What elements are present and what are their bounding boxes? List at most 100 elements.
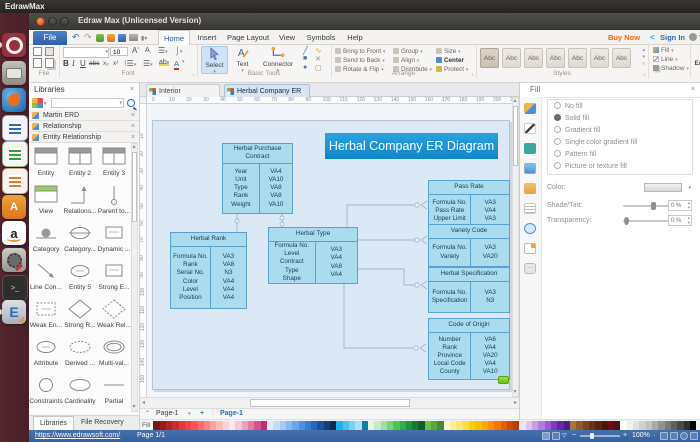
styles-scroll-down-icon[interactable]: ▾ — [642, 54, 645, 60]
shape-item-category[interactable]: Category — [29, 219, 63, 257]
shape-item-view[interactable]: View — [29, 181, 63, 219]
option-single-color-gradient-fill[interactable]: Single color gradient fill — [554, 137, 690, 149]
library-section-entity-relationship[interactable]: Entity Relationship× — [29, 132, 139, 143]
copy-icon[interactable] — [45, 58, 54, 68]
library-picker-icon[interactable] — [32, 98, 43, 108]
line-spacing-icon[interactable]: ⁝☰▾ — [124, 59, 136, 68]
group-button[interactable]: Group ▾ — [393, 48, 423, 55]
shape-item-partial[interactable]: Partial — [97, 371, 131, 409]
size-button[interactable]: Size ▾ — [436, 48, 461, 55]
fill-button[interactable]: Fill ▾ — [653, 47, 674, 54]
grid-view-icon[interactable] — [670, 432, 678, 440]
tab-libraries[interactable]: Libraries — [33, 416, 74, 431]
font-family-select[interactable]: ▾ — [63, 47, 109, 58]
shape-item-entity[interactable]: Entity — [29, 143, 63, 181]
zoom-slider-thumb[interactable] — [590, 433, 594, 439]
fill-format-icon[interactable] — [524, 103, 536, 114]
file-menu-button[interactable]: File — [33, 31, 67, 45]
underline-icon[interactable]: U — [80, 59, 86, 68]
delete-shape-icon[interactable]: ✕ — [315, 55, 321, 63]
amazon-icon[interactable]: a — [2, 221, 26, 245]
entity-herbal-rank[interactable]: Herbal Rank Formula No. Rank Serial No. … — [170, 232, 247, 309]
sign-in-link[interactable]: Sign In — [660, 30, 685, 45]
open-document-icon[interactable] — [107, 34, 115, 42]
page-list-icon[interactable]: ⌃ — [145, 409, 150, 419]
shape-item-cardinality[interactable]: Cardinality — [63, 371, 97, 409]
current-page-label[interactable]: Page-1 — [220, 409, 243, 419]
slider-thumb[interactable] — [651, 202, 656, 210]
entity-variety-code[interactable]: Variety Code Formula No. VarietyVA3 VA20 — [428, 224, 510, 267]
color-dropdown-icon[interactable]: ▾ — [688, 182, 691, 194]
bullet-list-icon[interactable]: ☰▾ — [143, 59, 153, 68]
shape-item-strong-e[interactable]: Strong E... — [97, 257, 131, 295]
note-icon[interactable] — [524, 203, 536, 214]
zoom-in-button[interactable]: + — [623, 430, 627, 442]
shape-item-strong-r[interactable]: Strong R... — [63, 295, 97, 333]
maximize-window-button[interactable] — [60, 17, 69, 26]
align-button[interactable]: Align ▾ — [393, 57, 419, 64]
document-tab-interior-decoration[interactable]: Interior Decoratio...× — [146, 84, 220, 97]
tab-page-layout[interactable]: Page Layout — [224, 30, 272, 45]
page-tab-dropdown-icon[interactable]: ▾ — [188, 409, 191, 419]
close-library-icon[interactable]: × — [131, 110, 135, 121]
option-solid-fill[interactable]: Solid fill — [554, 113, 690, 125]
ubuntu-dash-icon[interactable] — [2, 33, 26, 57]
increase-font-icon[interactable]: Aʹ — [132, 46, 139, 55]
bring-to-front-button[interactable]: Bring to Front ▾ — [335, 48, 385, 55]
shadow-button[interactable]: Shadow ▾ — [653, 65, 689, 72]
shape-item-weak-en[interactable]: Weak En... — [29, 295, 63, 333]
tab-help[interactable]: Help — [342, 30, 368, 45]
close-fill-panel-icon[interactable]: × — [691, 83, 695, 97]
shape-item-entity-5[interactable]: Entity 5 — [63, 257, 97, 295]
tab-insert[interactable]: Insert — [192, 30, 222, 45]
option-gradient-fill[interactable]: Gradient fill — [554, 125, 690, 137]
firefox-icon[interactable] — [2, 88, 26, 112]
decrease-font-icon[interactable]: Aˌ — [145, 47, 152, 54]
library-section-relationship[interactable]: Relationship× — [29, 121, 139, 132]
zoom-lens-icon[interactable] — [680, 432, 688, 440]
shape-item-category[interactable]: Category... — [63, 219, 97, 257]
font-size-select[interactable]: 10 — [110, 47, 128, 56]
subscript-icon[interactable]: x₂ — [103, 60, 109, 67]
scroll-down-icon[interactable]: ▾ — [133, 403, 136, 412]
superscript-icon[interactable]: x² — [113, 60, 118, 67]
page-tab[interactable]: Page-1 — [156, 409, 179, 419]
scroll-up-icon[interactable]: ▴ — [133, 143, 136, 152]
zoom-out-button[interactable]: − — [572, 430, 576, 442]
undo-icon[interactable]: ↶ — [72, 32, 80, 43]
scroll-left-icon[interactable]: ◂ — [142, 399, 145, 408]
zoom-slider[interactable] — [580, 435, 620, 437]
style-preset[interactable]: Abc — [502, 48, 521, 68]
close-library-icon[interactable]: × — [131, 132, 135, 143]
comment-icon[interactable]: ⋯ — [524, 263, 536, 274]
arrange-dialog-launcher[interactable]: ⌞ — [471, 71, 474, 77]
shape-item-weak-rel[interactable]: Weak Rel... — [97, 295, 131, 333]
shape-item-line-con[interactable]: Line Con... — [29, 257, 63, 295]
share-icon[interactable]: < — [650, 30, 655, 45]
close-libraries-icon[interactable]: × — [130, 83, 134, 97]
fullscreen-icon[interactable] — [690, 432, 698, 440]
slider-thumb[interactable] — [624, 217, 629, 225]
palette-swatch[interactable] — [690, 421, 696, 430]
software-center-icon[interactable]: A — [2, 195, 26, 219]
transparency-value[interactable]: 0 %▴▾ — [668, 215, 692, 226]
line-format-icon[interactable] — [524, 123, 536, 134]
scroll-down-icon[interactable]: ▾ — [514, 388, 517, 397]
text-tool-button[interactable]: A Text▾ — [230, 46, 255, 72]
option-picture-texture-fill[interactable]: Picture or texture fill — [554, 161, 690, 173]
diagram-title[interactable]: Herbal Company ER Diagram — [325, 133, 498, 159]
cut-icon[interactable] — [33, 47, 42, 56]
align-text-icon[interactable]: ☰▾ — [158, 46, 168, 55]
fit-page-icon[interactable] — [660, 432, 668, 440]
editing-button[interactable]: Editing ▾ — [690, 45, 700, 78]
quick-color-icon[interactable] — [524, 143, 536, 154]
search-icon[interactable] — [127, 99, 135, 107]
shape-item-entity-3[interactable]: Entity 3 — [97, 143, 131, 181]
strikethrough-icon[interactable]: abc — [89, 60, 99, 67]
insert-picture-icon[interactable] — [524, 163, 536, 174]
highlight-color-icon[interactable]: ab▾ — [159, 59, 169, 66]
libreoffice-calc-icon[interactable] — [2, 141, 28, 167]
line-button[interactable]: Line ▾ — [653, 56, 678, 63]
shape-item-relations[interactable]: Relations... — [63, 181, 97, 219]
tab-file-recovery[interactable]: File Recovery — [75, 416, 130, 430]
